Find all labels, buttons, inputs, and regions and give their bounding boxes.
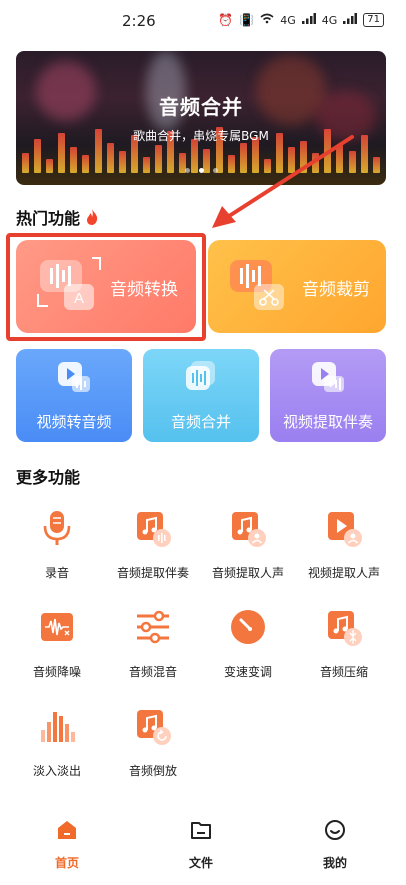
nav-home[interactable]: 首页 <box>32 818 102 871</box>
audio-cut-icon <box>230 260 284 310</box>
folder-icon <box>191 822 211 839</box>
fade-in-out-label: 淡入淡出 <box>32 764 81 778</box>
profile-icon <box>325 820 345 840</box>
video-extract-accompaniment-card[interactable]: 视频提取伴奏 <box>270 349 386 442</box>
hot-section-title: 热门功能 <box>16 205 100 229</box>
pager-dot-active <box>198 168 204 173</box>
signal-icon <box>301 13 316 27</box>
audio-reverse-icon <box>137 710 171 745</box>
banner-pager <box>16 168 386 173</box>
status-icons: ⏰ 📳 4G 4G 71 <box>218 13 384 27</box>
audio-extract-accompaniment-item[interactable]: 音频提取伴奏 <box>105 508 201 581</box>
audio-denoise-icon <box>41 613 73 641</box>
speed-pitch-item[interactable]: 变速变调 <box>200 607 296 680</box>
nav-home-label: 首页 <box>54 856 79 870</box>
video-extract-vocal-item[interactable]: 视频提取人声 <box>296 508 392 581</box>
nav-profile[interactable]: 我的 <box>300 818 370 871</box>
audio-cut-label: 音频裁剪 <box>302 280 370 300</box>
audio-compress-item[interactable]: 音频压缩 <box>296 607 392 680</box>
video-extract-vocal-label: 视频提取人声 <box>307 566 380 580</box>
audio-cut-card[interactable]: 音频裁剪 <box>208 240 386 333</box>
audio-extract-accompaniment-label: 音频提取伴奏 <box>116 566 189 580</box>
promo-banner[interactable]: 音频合并 歌曲合并，串烧专属BGM <box>16 51 386 185</box>
pager-dot <box>184 168 190 173</box>
status-bar: 2:26 ⏰ 📳 4G 4G 71 <box>0 0 406 42</box>
speed-pitch-icon <box>231 610 265 644</box>
alarm-icon: ⏰ <box>218 13 234 27</box>
video-to-audio-icon <box>58 362 90 392</box>
status-time: 2:26 <box>122 12 156 30</box>
video-to-audio-label: 视频转音频 <box>36 413 112 431</box>
nav-files-label: 文件 <box>188 856 213 870</box>
fade-in-out-item[interactable]: 淡入淡出 <box>9 706 105 779</box>
annotation-highlight-box <box>6 233 206 341</box>
battery-indicator: 71 <box>363 13 384 27</box>
vibrate-icon: 📳 <box>239 13 255 27</box>
audio-reverse-label: 音频倒放 <box>128 764 177 778</box>
microphone-icon <box>43 511 71 545</box>
flame-icon <box>87 209 98 225</box>
wifi-icon <box>260 13 274 27</box>
network-label: 4G <box>280 13 296 27</box>
video-extract-accompaniment-label: 视频提取伴奏 <box>282 413 373 431</box>
audio-merge-icon <box>186 361 215 390</box>
hot-section-label: 热门功能 <box>16 209 81 228</box>
video-to-audio-card[interactable]: 视频转音频 <box>16 349 132 442</box>
record-item[interactable]: 录音 <box>9 508 105 581</box>
audio-reverse-item[interactable]: 音频倒放 <box>105 706 201 779</box>
more-section-label: 更多功能 <box>16 468 81 487</box>
signal-icon-2 <box>343 13 358 27</box>
audio-extract-vocal-item[interactable]: 音频提取人声 <box>200 508 296 581</box>
banner-title: 音频合并 <box>159 95 243 119</box>
audio-mix-label: 音频混音 <box>128 665 177 679</box>
video-extract-accompaniment-icon <box>312 362 344 392</box>
audio-extract-vocal-label: 音频提取人声 <box>211 566 284 580</box>
network-label-2: 4G <box>321 13 338 27</box>
audio-extract-vocal-icon <box>232 512 266 547</box>
nav-profile-label: 我的 <box>322 856 347 870</box>
audio-compress-icon <box>328 611 362 646</box>
video-extract-vocal-icon <box>328 512 362 547</box>
audio-mix-item[interactable]: 音频混音 <box>105 607 201 680</box>
bottom-nav: 首页 文件 我的 <box>0 812 406 885</box>
nav-files[interactable]: 文件 <box>166 818 236 871</box>
audio-denoise-label: 音频降噪 <box>32 665 81 679</box>
audio-compress-label: 音频压缩 <box>319 665 368 679</box>
record-label: 录音 <box>44 566 69 580</box>
audio-extract-accompaniment-icon <box>137 512 171 547</box>
audio-merge-label: 音频合并 <box>170 413 231 431</box>
home-icon <box>58 821 76 839</box>
more-section-title: 更多功能 <box>16 464 80 488</box>
fade-in-out-icon <box>41 712 75 742</box>
pager-dot <box>212 168 218 173</box>
audio-denoise-item[interactable]: 音频降噪 <box>9 607 105 680</box>
audio-merge-card[interactable]: 音频合并 <box>143 349 259 442</box>
audio-mix-icon <box>137 610 169 644</box>
banner-subtitle: 歌曲合并，串烧专属BGM <box>133 129 269 143</box>
speed-pitch-label: 变速变调 <box>223 665 272 679</box>
